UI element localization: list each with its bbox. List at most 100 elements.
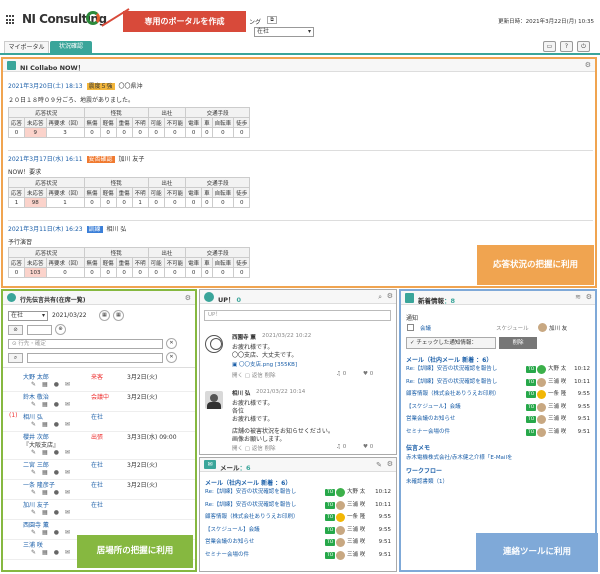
book-icon[interactable]: ▭ [543, 41, 556, 52]
person-name[interactable]: 加川 友子 [23, 500, 49, 509]
person-name[interactable]: 鈴木 敬治 [23, 392, 49, 401]
mail-subject[interactable]: 営業会議のお知らせ [205, 537, 323, 548]
mail-row[interactable]: セミナー会場の件 TO 三浦 咲 9:51 [205, 550, 391, 561]
date-field[interactable]: 2021/03/22 [52, 312, 87, 319]
table-cell[interactable]: 9 [24, 127, 47, 138]
table-cell[interactable]: 98 [24, 197, 47, 208]
table-cell[interactable]: 103 [24, 267, 47, 278]
grid-icon[interactable] [6, 15, 16, 25]
mail-subject[interactable]: Re:【訓練】安否の状況確認を報告し [205, 500, 323, 511]
clear-icon[interactable]: ✕ [166, 338, 177, 349]
mail-row[interactable]: Re:【訓練】安否の状況確認を報告し TO 三浦 咲 10:11 [406, 377, 590, 388]
like-icon[interactable]: ♫ 0 [336, 444, 346, 450]
list-item[interactable]: 二宮 三郎 在社 3月2日(火) ✎▦●✉ [9, 460, 194, 480]
gear-icon[interactable]: ⚙ [387, 292, 393, 300]
filter-checkbox[interactable]: ⊘ [8, 325, 23, 335]
person-name[interactable]: 二宮 三郎 [23, 460, 49, 469]
mail-row[interactable]: 営業会議のお知らせ TO 三浦 咲 9:51 [205, 537, 391, 548]
mail-subject[interactable]: Re:【訓練】安否の状況確認を報告し [205, 487, 323, 498]
pencil-icon[interactable]: ✎ [376, 461, 382, 469]
like-icon[interactable]: ♫ 0 [336, 371, 346, 377]
table-cell[interactable]: 0 [7, 267, 26, 278]
calendar-icon[interactable]: ▦ [99, 310, 110, 321]
mail-subject[interactable]: Re:【訓練】安否の状況確認を報告し [406, 364, 524, 375]
mail-row[interactable]: 顧客情報（株式会社ありうえお印刷） TO 一条 隆 9:55 [205, 512, 391, 523]
power-icon[interactable]: ⏻ [577, 41, 590, 52]
row-action-icons[interactable]: ✎▦●✉ [31, 549, 76, 556]
gear-icon[interactable]: ⚙ [585, 61, 591, 69]
mail-row[interactable]: 顧客情報（株式会社ありうえお印刷） TO 一条 隆 9:55 [406, 389, 590, 400]
notice-item[interactable]: 会議 [420, 324, 431, 332]
post-actions[interactable]: 開く ▢ 返信 削除 [232, 371, 275, 379]
row-action-icons[interactable]: ✎▦●✉ [31, 529, 76, 536]
mail-subject[interactable]: セミナー会場の件 [406, 427, 524, 438]
list-item[interactable]: 大野 太郎 来客 3月2日(火) ✎▦●✉ [9, 372, 194, 392]
table-cell[interactable]: 0 [45, 267, 85, 278]
calendar-icon[interactable]: ▦ [113, 310, 124, 321]
row-action-icons[interactable]: ✎▦●✉ [31, 449, 76, 456]
person-name[interactable]: 一条 隆彦子 [23, 480, 55, 489]
mail-subject[interactable]: 【スケジュール】会議 [205, 525, 323, 536]
mail-row[interactable]: Re:【訓練】安否の状況確認を報告し TO 大野 太 10:12 [205, 487, 391, 498]
table-cell[interactable]: 1 [45, 197, 85, 208]
mail-row[interactable]: Re:【訓練】安否の状況確認を報告し TO 三浦 咲 10:11 [205, 500, 391, 511]
list-item[interactable]: (1) 相川 弘 在社 ✎▦●✉ [9, 412, 194, 432]
search-toggle[interactable]: ⌕ [8, 353, 23, 363]
mail-row[interactable]: 【スケジュール】会議 TO 三浦 咲 9:55 [406, 402, 590, 413]
gear-icon[interactable]: ⚙ [387, 460, 393, 468]
row-action-icons[interactable]: ✎▦●✉ [31, 509, 76, 516]
tab-status-check[interactable]: 状況確認 [50, 41, 92, 53]
row-action-icons[interactable]: ✎▦●✉ [31, 489, 76, 496]
list-item[interactable]: 加川 友子 在社 ✎▦●✉ [9, 500, 194, 520]
place-field[interactable]: ⊙ 行先・確定 [8, 339, 163, 349]
table-cell[interactable]: 0 [7, 127, 26, 138]
post-date[interactable]: 2021年3月20日(土) 18:13 [8, 83, 83, 90]
table-cell[interactable]: 3 [45, 127, 85, 138]
post-actions[interactable]: 開く ▢ 返信 削除 [232, 444, 275, 452]
mail-row[interactable]: セミナー会場の件 TO 三浦 咲 9:51 [406, 427, 590, 438]
mail-row[interactable]: 【スケジュール】会議 TO 三浦 咲 9:55 [205, 525, 391, 536]
row-action-icons[interactable]: ✎▦●✉ [31, 381, 76, 388]
row-action-icons[interactable]: ✎▦●✉ [31, 469, 76, 476]
mail-subject[interactable]: Re:【訓練】安否の状況確認を報告し [406, 377, 524, 388]
mail-row[interactable]: Re:【訓練】安否の状況確認を報告し TO 大野 太 10:12 [406, 364, 590, 375]
help-icon[interactable]: ? [560, 41, 573, 52]
workflow-item[interactable]: 未確認書類（1） [406, 477, 448, 485]
attachment-link[interactable]: ▣ 〇〇支店.png [355KB] [232, 360, 297, 368]
gear-icon[interactable]: ⚙ [586, 293, 592, 301]
layers-icon[interactable]: ≋ [575, 293, 581, 301]
person-name[interactable]: 三浦 咲 [23, 540, 43, 549]
list-item[interactable]: 鈴木 敬治 会議中 3月2日(火) ✎▦●✉ [9, 392, 194, 412]
status-select[interactable]: 在社 ▾ [254, 27, 314, 37]
heart-icon[interactable]: ♥ 0 [363, 371, 373, 377]
group-search-icon[interactable]: ⊕ [55, 324, 66, 335]
notice-checkbox[interactable] [407, 324, 414, 331]
list-item[interactable]: 一条 隆彦子 在社 3月2日(火) ✎▦●✉ [9, 480, 194, 500]
person-name[interactable]: 西園寺 薫 [23, 520, 49, 529]
checked-notice-button[interactable]: ✓ チェックした通知情報： [406, 337, 496, 349]
mail-row[interactable]: 営業会議のお知らせ TO 三浦 咲 9:51 [406, 414, 590, 425]
list-item[interactable]: 櫻井 次郎 出張 3月3日(水) 09:00 『大阪支店』 ✎▦●✉ [9, 432, 194, 456]
group-field[interactable] [27, 325, 52, 335]
table-cell[interactable]: 1 [7, 197, 26, 208]
post-date[interactable]: 2021年3月11日(木) 16:23 [8, 226, 83, 233]
person-name[interactable]: 大野 太郎 [23, 372, 49, 381]
delete-button[interactable]: 削除 [499, 337, 537, 349]
row-action-icons[interactable]: ✎▦●✉ [31, 421, 76, 428]
post-author[interactable]: 西園寺 薫 [232, 333, 256, 341]
clear-icon[interactable]: ✕ [166, 352, 177, 363]
post-author[interactable]: 相川 弘 [232, 389, 250, 397]
mail-subject[interactable]: 【スケジュール】会議 [406, 402, 524, 413]
mail-subject[interactable]: 顧客情報（株式会社ありうえお印刷） [406, 389, 524, 400]
mail-subject[interactable]: セミナー会場の件 [205, 550, 323, 561]
search-input[interactable] [27, 353, 163, 363]
gear-icon[interactable]: ⚙ [185, 294, 191, 302]
memo-item[interactable]: 赤木電機株式会社/赤木健之介様「E-Mailを [406, 453, 513, 461]
search-icon[interactable]: ⌕ [378, 293, 382, 302]
heart-icon[interactable]: ♥ 0 [363, 444, 373, 450]
filter-status-select[interactable]: 在社 ▾ [8, 311, 48, 321]
copy-icon[interactable]: ⧉ [267, 16, 277, 24]
row-action-icons[interactable]: ✎▦●✉ [31, 401, 76, 408]
mail-subject[interactable]: 営業会議のお知らせ [406, 414, 524, 425]
tab-my-portal[interactable]: マイポータル [4, 41, 49, 53]
